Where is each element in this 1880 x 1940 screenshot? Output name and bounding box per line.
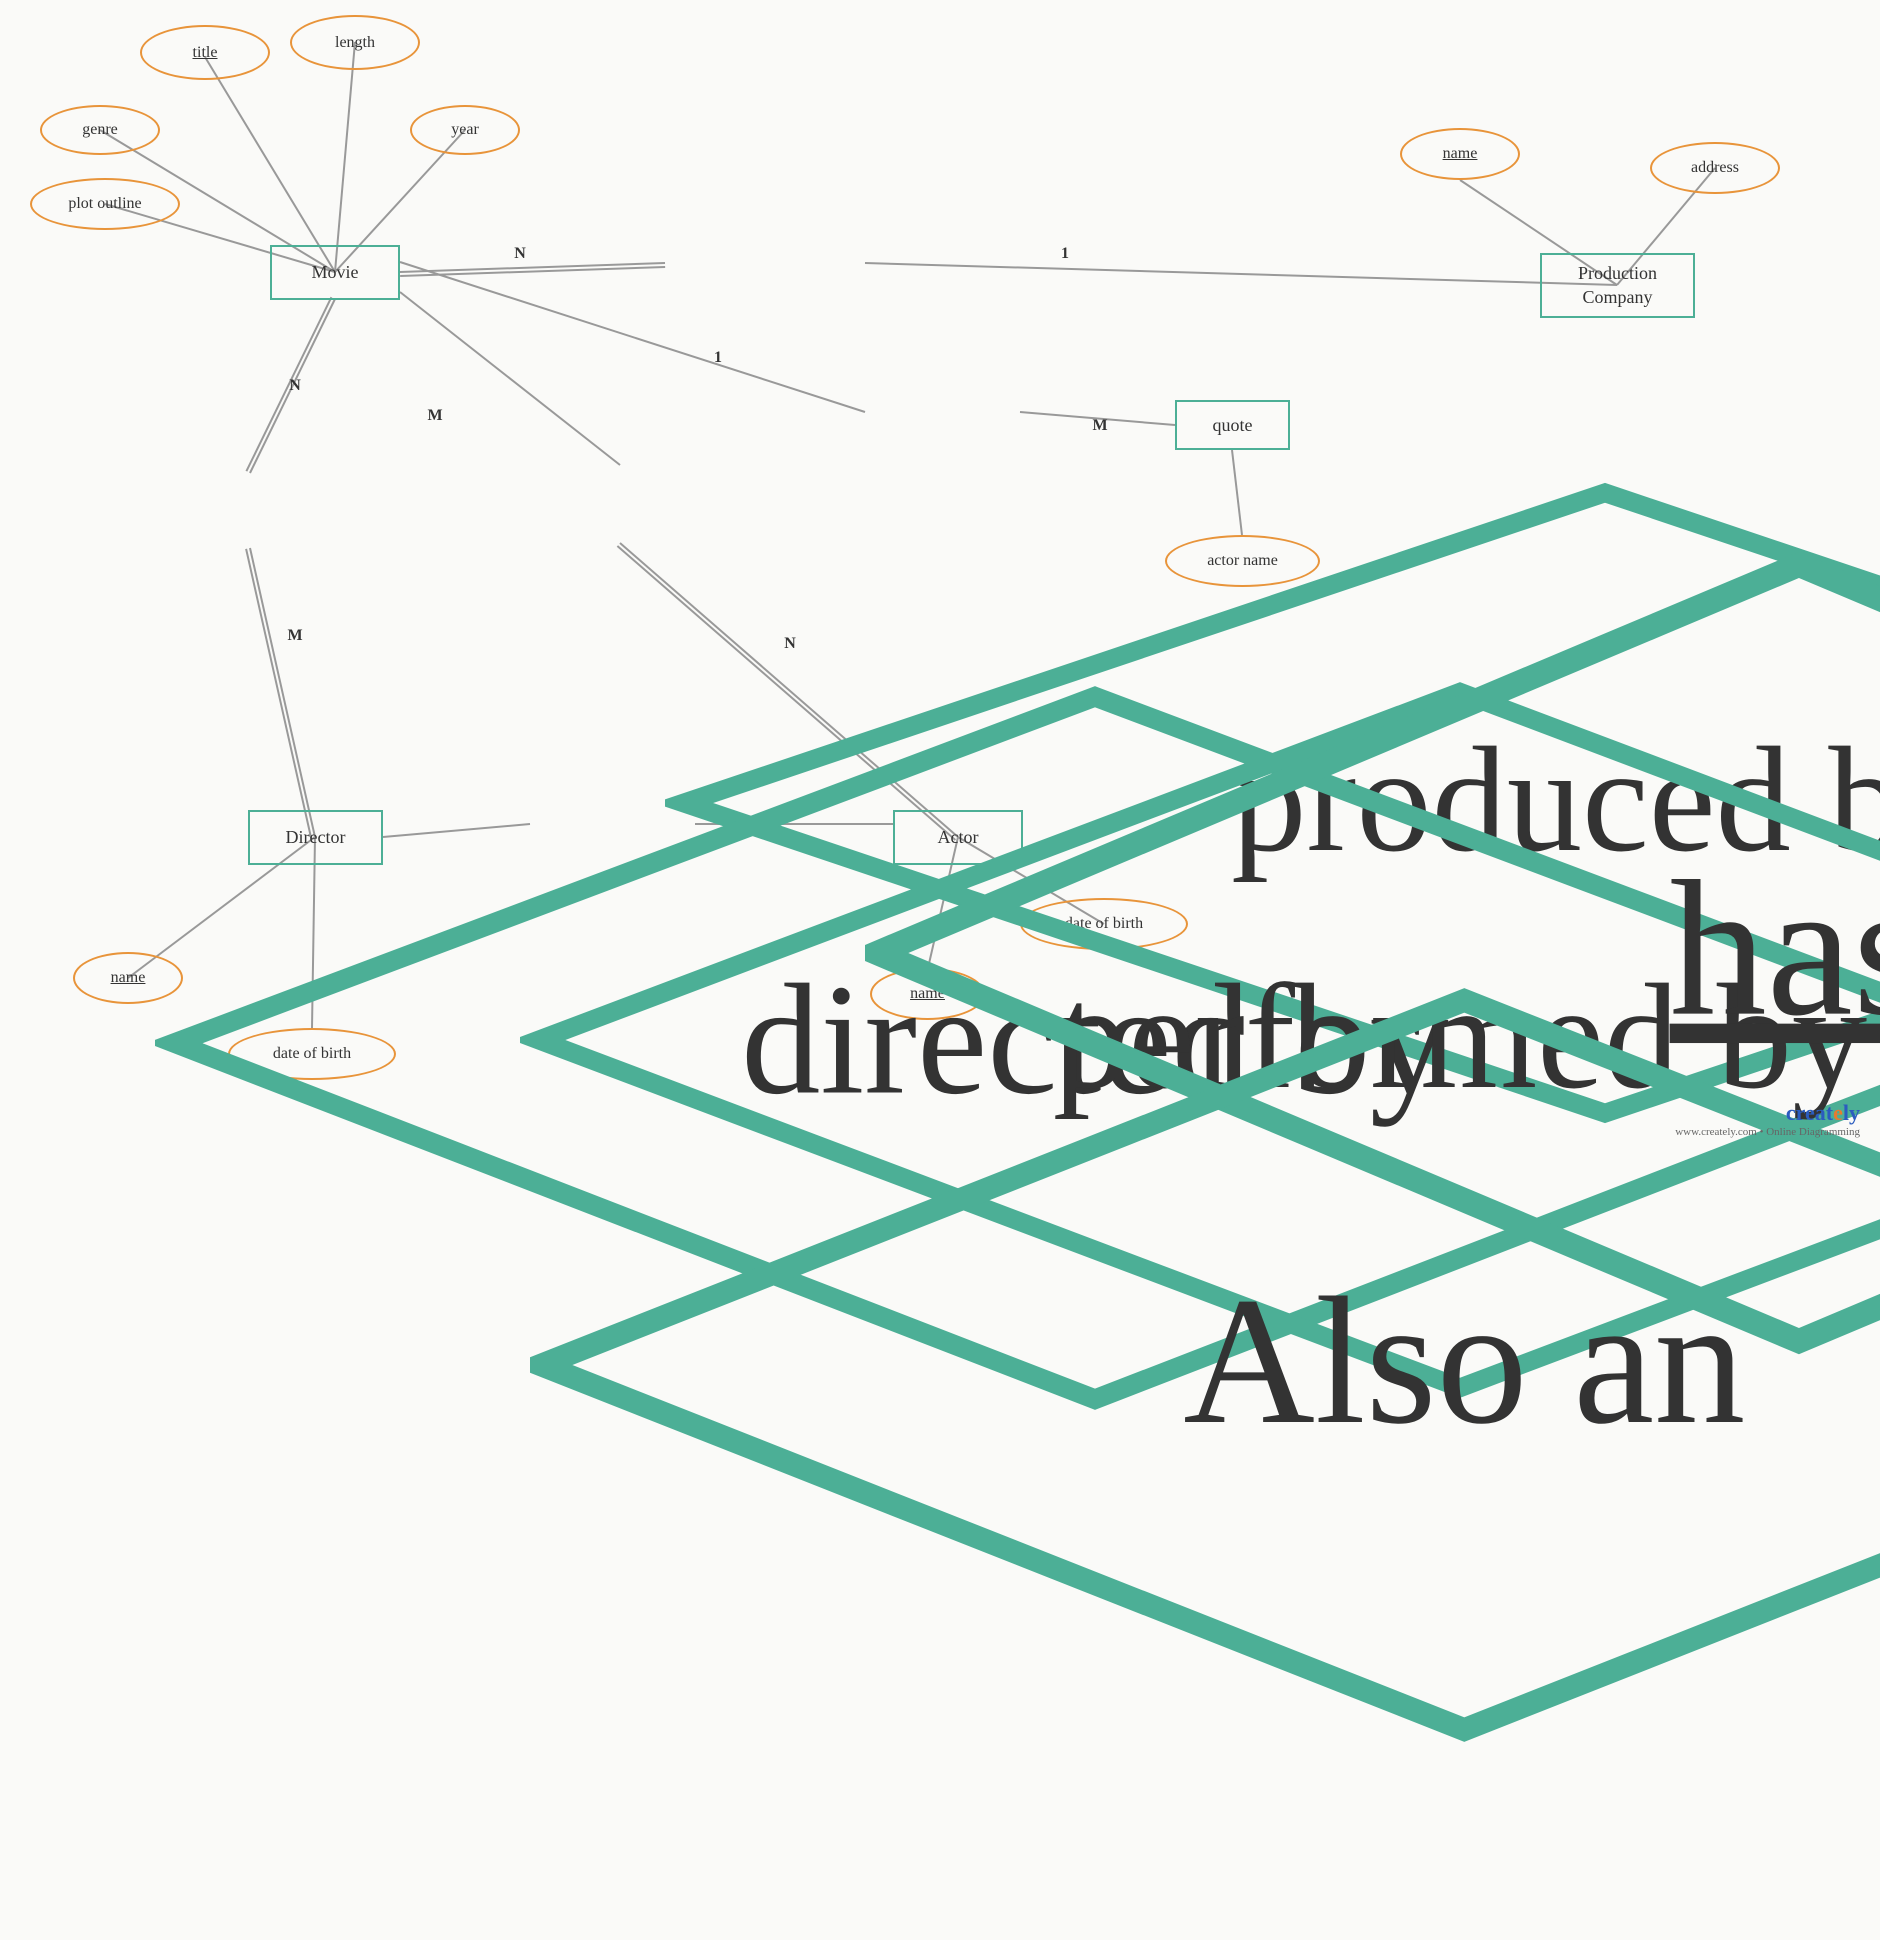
attr-genre: genre — [40, 105, 160, 155]
attr-dir-dob: date of birth — [228, 1028, 396, 1080]
attr-actor-name: actor name — [1165, 535, 1320, 587]
entity-production-company: ProductionCompany — [1540, 253, 1695, 318]
svg-text:performed by: performed by — [1053, 953, 1867, 1120]
svg-text:N: N — [514, 245, 526, 262]
attr-plot-outline: plot outline — [30, 178, 180, 230]
creately-sub: www.creately.com • Online Diagramming — [1675, 1126, 1860, 1138]
attr-pc-address: address — [1650, 142, 1780, 194]
rel-produced-by: produced by — [665, 228, 865, 298]
svg-text:Also an: Also an — [1183, 1261, 1745, 1462]
entity-quote: quote — [1175, 400, 1290, 450]
attr-length: length — [290, 15, 420, 70]
attr-dir-name: name — [73, 952, 183, 1004]
attr-year: year — [410, 105, 520, 155]
rel-also-an: Also an — [530, 790, 695, 858]
svg-text:M: M — [287, 627, 302, 644]
svg-text:directed by: directed by — [741, 953, 1449, 1128]
entity-director: Director — [248, 810, 383, 865]
rel-performed-by: performed by — [520, 465, 720, 543]
creately-highlight: e — [1833, 1100, 1843, 1125]
entity-actor: Actor — [893, 810, 1023, 865]
creately-branding: creately www.creately.com • Online Diagr… — [1675, 1100, 1860, 1138]
attr-title: title — [140, 25, 270, 80]
attr-pc-name: name — [1400, 128, 1520, 180]
creately-brand-name: creately — [1675, 1100, 1860, 1126]
svg-text:M: M — [427, 407, 442, 424]
svg-text:M: M — [1092, 417, 1107, 434]
svg-text:N: N — [289, 377, 301, 394]
svg-text:produced by: produced by — [1231, 716, 1880, 883]
svg-text:has: has — [1670, 841, 1880, 1056]
attr-actor-dob: date of birth — [1020, 898, 1188, 950]
attr-actor-name2: name — [870, 968, 985, 1020]
svg-text:1: 1 — [1061, 245, 1069, 262]
rel-directed-by: directed by — [155, 473, 345, 548]
entity-movie: Movie — [270, 245, 400, 300]
svg-text:N: N — [784, 635, 796, 652]
rel-has: has — [865, 378, 1020, 446]
svg-text:1: 1 — [714, 349, 722, 366]
